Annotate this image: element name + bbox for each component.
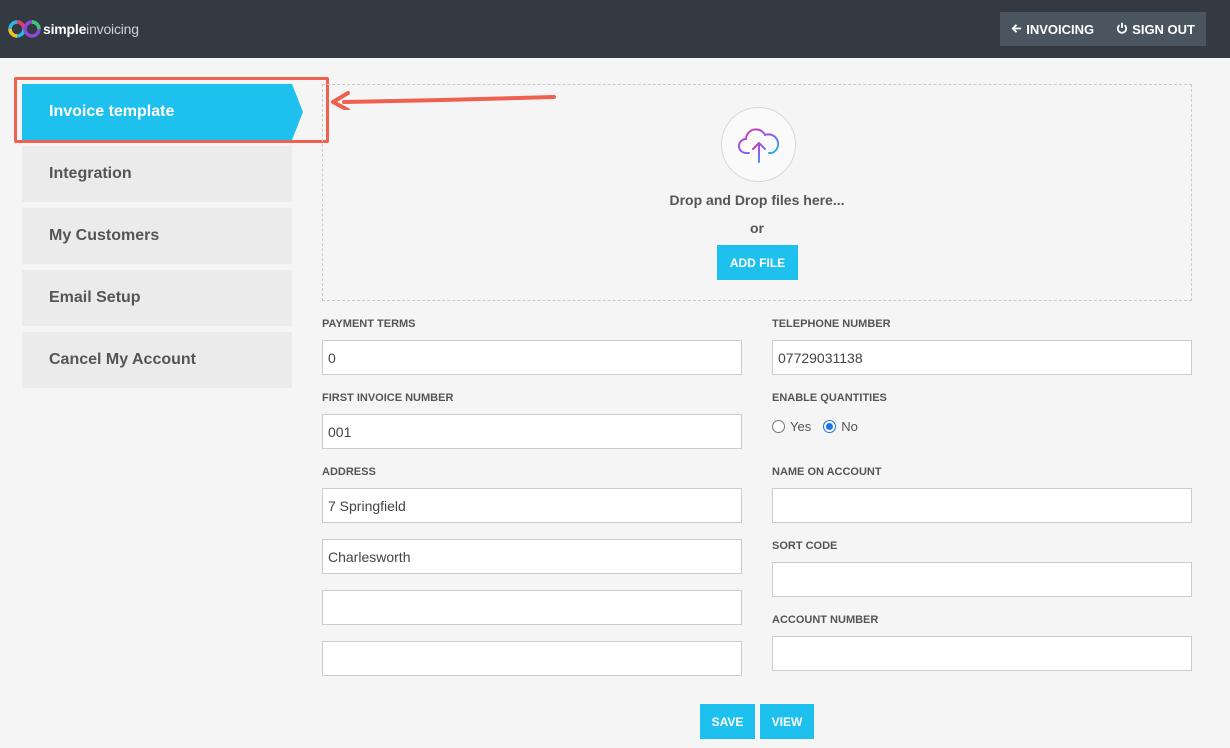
top-nav: INVOICING SIGN OUT (1000, 12, 1206, 46)
account-number-label: ACCOUNT NUMBER (772, 614, 879, 626)
sidebar-item-label: Email Setup (49, 289, 141, 306)
logo[interactable]: simpleinvoicing (7, 14, 139, 44)
telephone-number-label: TELEPHONE NUMBER (772, 318, 891, 330)
no-radio-label: No (841, 419, 858, 434)
add-file-button[interactable]: ADD FILE (717, 245, 798, 280)
address-label: ADDRESS (322, 466, 376, 478)
sidebar-item-cancel-my-account[interactable]: Cancel My Account (22, 332, 292, 388)
first-invoice-number-label: FIRST INVOICE NUMBER (322, 392, 454, 404)
payment-terms-label: PAYMENT TERMS (322, 318, 416, 330)
sidebar-item-label: My Customers (49, 227, 160, 244)
enable-quantities-yes-option[interactable]: Yes (772, 419, 811, 434)
logo-text: simpleinvoicing (43, 21, 139, 37)
yes-radio-label: Yes (790, 419, 812, 434)
upload-circle (721, 107, 796, 182)
go-logo-icon (8, 20, 41, 38)
address-line-1-input[interactable] (322, 488, 742, 523)
sidebar-item-label: Integration (49, 165, 132, 182)
save-button[interactable]: SAVE (700, 704, 755, 739)
payment-terms-input[interactable] (322, 340, 742, 375)
sidebar-item-email-setup[interactable]: Email Setup (22, 270, 292, 326)
sign-out-label: SIGN OUT (1132, 21, 1195, 37)
name-on-account-label: NAME ON ACCOUNT (772, 466, 882, 478)
sidebar-item-integration[interactable]: Integration (22, 146, 292, 202)
yes-radio[interactable] (772, 420, 785, 433)
invoicing-nav-button[interactable]: INVOICING (1000, 12, 1105, 46)
invoicing-nav-label: INVOICING (1026, 21, 1095, 37)
sidebar-item-my-customers[interactable]: My Customers (22, 208, 292, 264)
arrow-left-icon (1011, 22, 1022, 37)
annotation-highlight-box (14, 77, 329, 143)
name-on-account-input[interactable] (772, 488, 1192, 523)
telephone-number-input[interactable] (772, 340, 1192, 375)
enable-quantities-no-option[interactable]: No (823, 419, 858, 434)
or-separator: or (750, 220, 764, 236)
view-button[interactable]: VIEW (760, 704, 814, 739)
sidebar-item-label: Cancel My Account (49, 351, 196, 368)
file-dropzone[interactable]: Drop and Drop files here... or ADD FILE (322, 84, 1192, 301)
power-icon (1116, 22, 1128, 37)
sort-code-input[interactable] (772, 562, 1192, 597)
enable-quantities-radio-group: Yes No (772, 419, 870, 434)
first-invoice-number-input[interactable] (322, 414, 742, 449)
no-radio[interactable] (823, 420, 837, 433)
top-bar: simpleinvoicing INVOICING SIGN OUT (0, 0, 1230, 58)
address-line-4-input[interactable] (322, 641, 742, 676)
account-number-input[interactable] (772, 636, 1192, 671)
cloud-upload-icon (737, 127, 779, 163)
sort-code-label: SORT CODE (772, 540, 838, 552)
address-line-3-input[interactable] (322, 590, 742, 625)
address-line-2-input[interactable] (322, 539, 742, 574)
enable-quantities-label: ENABLE QUANTITIES (772, 392, 887, 404)
drop-instructions: Drop and Drop files here... (669, 192, 845, 208)
sign-out-button[interactable]: SIGN OUT (1105, 12, 1206, 46)
